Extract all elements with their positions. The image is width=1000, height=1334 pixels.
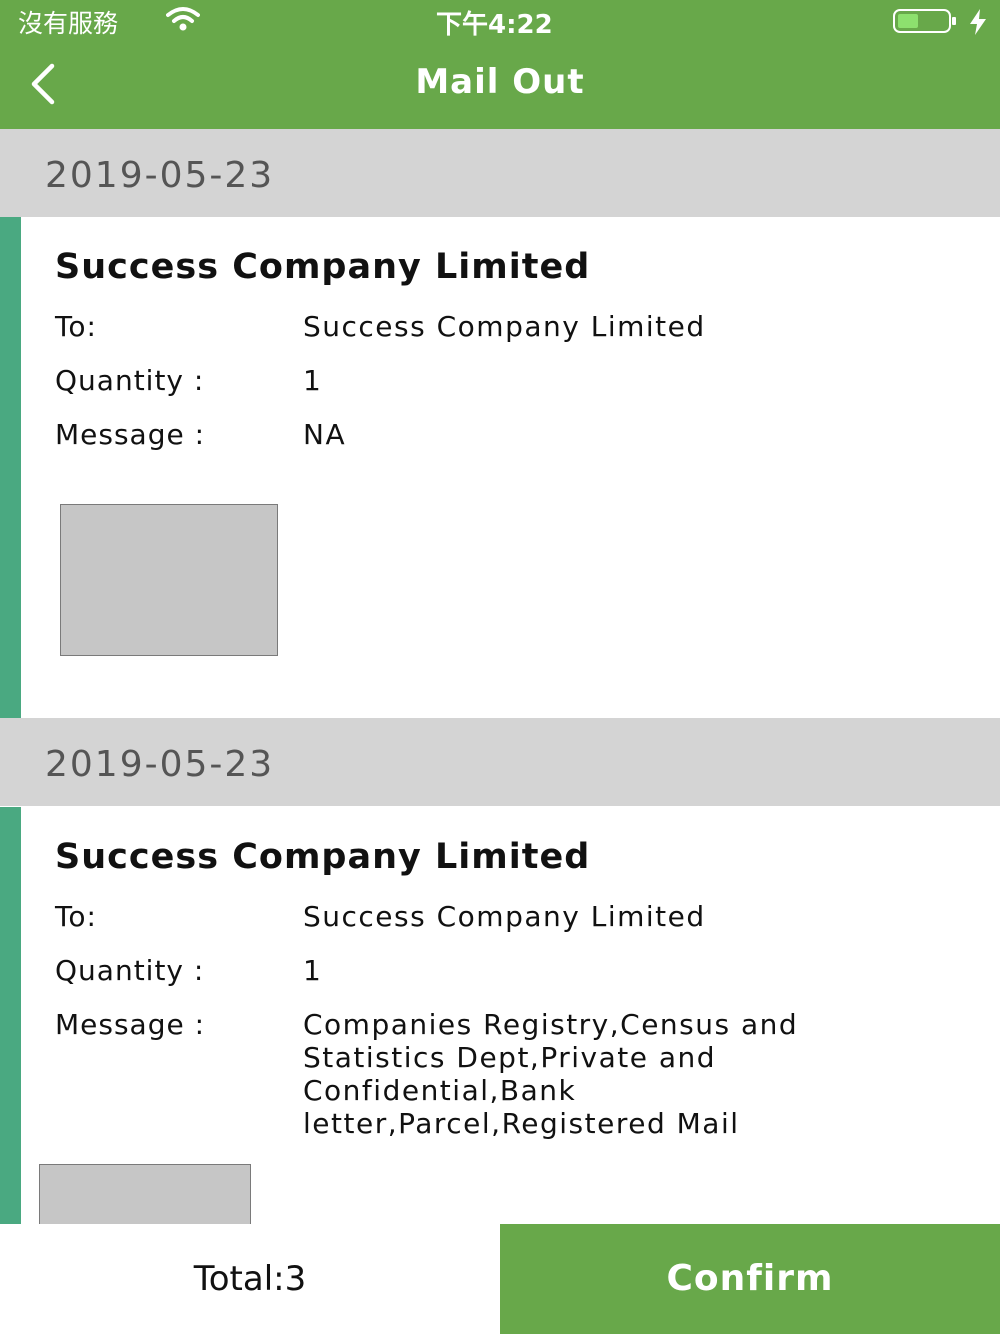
to-label: To: <box>55 900 97 933</box>
message-value: Companies Registry,Census and Statistics… <box>303 1008 799 1140</box>
confirm-button[interactable]: Confirm <box>500 1224 1000 1334</box>
mail-photo-thumbnail[interactable] <box>39 1164 251 1226</box>
quantity-value: 1 <box>303 364 323 397</box>
date-label: 2019-05-23 <box>45 744 275 785</box>
quantity-value: 1 <box>303 954 323 987</box>
to-label: To: <box>55 310 97 343</box>
mail-card[interactable]: Success Company Limited To: Success Comp… <box>0 807 1000 1226</box>
to-value: Success Company Limited <box>303 900 706 933</box>
quantity-label: Quantity : <box>55 954 205 987</box>
footer-bar: Total:3 Confirm <box>0 1224 1000 1334</box>
mail-card[interactable]: Success Company Limited To: Success Comp… <box>0 217 1000 718</box>
message-value: NA <box>303 418 347 451</box>
battery-icon <box>893 9 956 33</box>
mail-photo-thumbnail[interactable] <box>60 504 278 656</box>
company-name: Success Company Limited <box>55 837 591 877</box>
message-label: Message : <box>55 1008 206 1041</box>
date-header: 2019-05-23 <box>0 718 1000 806</box>
status-carrier: 沒有服務 <box>18 9 119 38</box>
date-label: 2019-05-23 <box>45 155 275 196</box>
total-count: Total:3 <box>193 1259 307 1299</box>
to-value: Success Company Limited <box>303 310 706 343</box>
quantity-label: Quantity : <box>55 364 205 397</box>
bolt-icon <box>970 9 986 35</box>
company-name: Success Company Limited <box>55 247 591 287</box>
wifi-icon <box>166 7 200 31</box>
page-title: Mail Out <box>415 62 585 102</box>
date-header: 2019-05-23 <box>0 129 1000 217</box>
app-header: 沒有服務 下午4:22 Mail Out <box>0 0 1000 129</box>
message-label: Message : <box>55 418 206 451</box>
card-accent <box>0 217 21 718</box>
card-accent <box>0 807 21 1224</box>
status-time: 下午4:22 <box>436 10 553 40</box>
